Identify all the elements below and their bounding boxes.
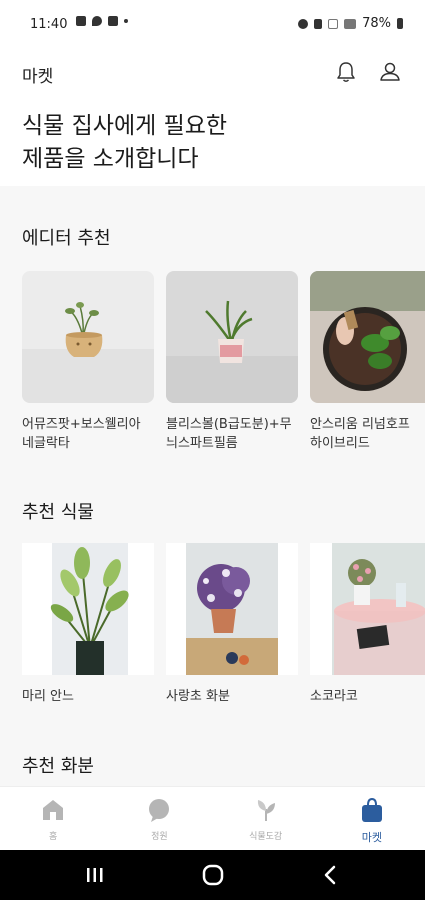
status-bar: 11:40 78% — [0, 0, 425, 48]
plant-card[interactable]: 마리 안느 — [22, 543, 154, 706]
location-icon — [92, 16, 102, 26]
plant-image — [310, 543, 425, 675]
wifi-icon — [328, 18, 339, 29]
app-header: 마켓 — [0, 48, 425, 96]
section-title-editor: 에디터 추천 — [22, 228, 111, 249]
product-card[interactable]: 블리스볼(B급도분)+무 늬스파트필름 — [166, 271, 298, 453]
gallery-icon — [76, 16, 86, 26]
section-title-pots: 추천 화분 — [22, 756, 94, 777]
product-image — [22, 271, 154, 403]
battery-percent: 78% — [362, 16, 391, 31]
nav-label-encyclopedia: 식물도감 — [249, 832, 283, 842]
nav-label-market: 마켓 — [361, 831, 382, 844]
status-right: 78% — [298, 16, 403, 31]
alarm-icon — [298, 18, 309, 29]
plant-card[interactable]: 사랑초 화분 — [166, 543, 298, 706]
nav-garden[interactable]: 정원 — [106, 787, 212, 850]
product-image — [310, 271, 425, 403]
bottom-navigation: 홈 정원 식물도감 마켓 — [0, 786, 425, 850]
battery-icon — [397, 18, 403, 29]
more-dot-icon — [124, 19, 128, 23]
hero-heading: 식물 집사에게 필요한 제품을 소개합니다 — [22, 113, 228, 172]
chat-icon — [149, 799, 170, 822]
plant-label: 마리 안느 — [22, 689, 74, 704]
product-card[interactable]: 안스리움 리넘호프 하이브리드 — [310, 271, 425, 453]
back-icon[interactable] — [318, 862, 344, 888]
bag-icon — [361, 797, 382, 822]
status-time: 11:40 — [30, 17, 68, 32]
page-title: 마켓 — [22, 67, 54, 87]
system-navigation-bar — [0, 850, 425, 900]
nav-encyclopedia[interactable]: 식물도감 — [213, 787, 319, 850]
plant-image — [166, 543, 298, 675]
home-icon — [43, 800, 64, 820]
product-label: 안스리움 리넘호프 하이브리드 — [310, 417, 410, 451]
plant-image — [22, 543, 154, 675]
recent-apps-icon[interactable] — [82, 862, 108, 888]
product-card[interactable]: 어뮤즈팟+보스웰리아 네글락타 — [22, 271, 154, 453]
product-image — [166, 271, 298, 403]
bell-icon[interactable] — [332, 58, 360, 86]
product-label: 어뮤즈팟+보스웰리아 네글락타 — [22, 417, 141, 451]
plant-card[interactable]: 소코라코 — [310, 543, 425, 706]
user-icon[interactable] — [376, 58, 404, 86]
section-title-plants: 추천 식물 — [22, 502, 94, 523]
plant-label: 소코라코 — [310, 689, 358, 704]
nav-label-garden: 정원 — [151, 832, 168, 842]
nav-home[interactable]: 홈 — [0, 787, 106, 850]
mute-icon — [314, 18, 323, 29]
home-button-icon[interactable] — [200, 862, 226, 888]
app-icon — [108, 16, 118, 26]
product-label: 블리스볼(B급도분)+무 늬스파트필름 — [166, 417, 292, 451]
nav-label-home: 홈 — [48, 832, 58, 842]
nav-market[interactable]: 마켓 — [319, 787, 425, 850]
status-notification-icons — [76, 16, 128, 26]
plant-label: 사랑초 화분 — [166, 689, 230, 704]
signal-icon — [344, 18, 357, 29]
leaf-icon — [257, 800, 275, 821]
